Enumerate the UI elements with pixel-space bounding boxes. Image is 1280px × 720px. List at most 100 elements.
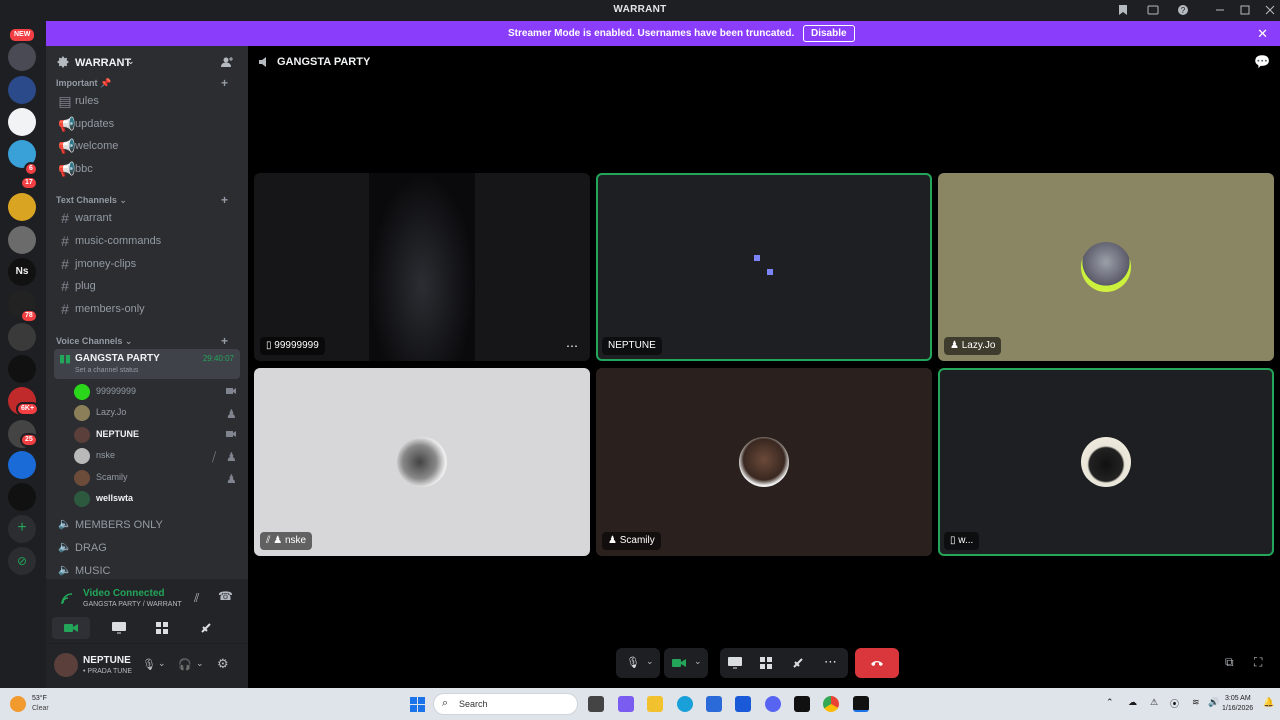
video-tile[interactable]: ♟ Lazy.Jo — [938, 173, 1274, 361]
signal-icon[interactable] — [60, 592, 74, 606]
start-icon[interactable] — [410, 697, 425, 712]
screen-share-icon[interactable] — [728, 657, 742, 669]
discord-icon[interactable] — [765, 696, 781, 712]
channel-music-commands[interactable]: # music-commands — [54, 231, 240, 251]
chevron-down-icon[interactable]: ⌄ — [694, 656, 702, 667]
mute-control[interactable]: 🎙 ⌄ — [616, 648, 660, 678]
microphone-icon[interactable]: 🎙 — [626, 656, 640, 669]
help-icon[interactable]: ? — [1177, 4, 1189, 16]
tray-icon[interactable]: ⦿ — [1170, 697, 1179, 710]
soundboard-icon[interactable] — [792, 657, 804, 669]
discover-icon[interactable]: ⊘ — [8, 547, 36, 575]
server-icon[interactable] — [8, 43, 36, 71]
more-options-icon[interactable]: ⋯ — [566, 339, 578, 353]
close-window-icon[interactable] — [1264, 4, 1276, 16]
camera-button[interactable] — [52, 617, 90, 639]
voice-user[interactable]: NEPTUNE — [74, 424, 240, 444]
activities-button[interactable] — [144, 617, 182, 639]
channel-warrant[interactable]: # warrant — [54, 208, 240, 228]
server-icon[interactable] — [8, 226, 36, 254]
channel-welcome[interactable]: 📢 welcome — [54, 136, 240, 156]
hang-up-button[interactable] — [855, 648, 899, 678]
active-app-icon[interactable] — [853, 696, 869, 712]
pop-out-icon[interactable]: ⧉ — [1225, 655, 1234, 670]
avatar[interactable] — [54, 653, 78, 677]
server-icon[interactable] — [8, 76, 36, 104]
server-icon[interactable] — [8, 451, 36, 479]
fullscreen-icon[interactable]: ⛶ — [1254, 655, 1262, 670]
close-banner-icon[interactable]: ✕ — [1257, 26, 1268, 42]
server-icon[interactable] — [8, 355, 36, 383]
server-icon[interactable] — [8, 483, 36, 511]
voice-user[interactable]: 99999999 — [74, 381, 240, 401]
minimize-icon[interactable] — [1214, 3, 1226, 15]
server-ns[interactable]: Ns — [8, 258, 36, 286]
camera-icon[interactable] — [672, 658, 686, 668]
disable-streamer-button[interactable]: Disable — [803, 25, 855, 42]
channel-jmoney-clips[interactable]: # jmoney-clips — [54, 254, 240, 274]
chevron-down-icon[interactable]: ⌄ — [158, 658, 166, 669]
copilot-icon[interactable] — [618, 696, 634, 712]
noise-suppression-icon[interactable]: ⫽ — [194, 591, 199, 606]
category-important[interactable]: Important 📌 + — [56, 76, 228, 90]
add-channel-icon[interactable]: + — [221, 334, 228, 348]
tray-icon[interactable]: ☁ — [1128, 697, 1137, 708]
server-icon[interactable] — [8, 193, 36, 221]
microphone-icon[interactable]: 🎙 — [142, 658, 156, 671]
notification-icon[interactable]: 🔔 — [1263, 697, 1274, 708]
video-tile[interactable]: ⫽ ♟ nske — [254, 368, 590, 556]
channel-rules[interactable]: ▤ rules — [54, 91, 240, 111]
store-icon[interactable] — [706, 696, 722, 712]
add-channel-icon[interactable]: + — [221, 193, 228, 207]
voice-channel-drag[interactable]: 🔈 DRAG — [54, 538, 240, 558]
voice-channel-members-only[interactable]: 🔈 MEMBERS ONLY — [54, 515, 240, 535]
settings-gear-icon[interactable]: ⚙ — [217, 656, 229, 672]
video-tile[interactable]: ♟ Scamily — [596, 368, 932, 556]
chevron-up-icon[interactable]: ⌃ — [1106, 697, 1114, 708]
channel-plug[interactable]: # plug — [54, 276, 240, 296]
add-server-icon[interactable]: + — [8, 515, 36, 543]
invite-icon[interactable] — [221, 56, 233, 68]
wifi-icon[interactable]: ≋ — [1192, 697, 1200, 708]
file-explorer-icon[interactable] — [647, 696, 663, 712]
soundboard-button[interactable] — [188, 617, 226, 639]
clock-time[interactable]: 3:05 AM — [1225, 695, 1251, 702]
headphones-icon[interactable]: 🎧 — [178, 658, 192, 671]
window-icon[interactable] — [1147, 4, 1159, 16]
add-channel-icon[interactable]: + — [221, 76, 228, 90]
tray-icon[interactable]: ⚠ — [1150, 697, 1158, 708]
video-tile[interactable]: ▯ 99999999 ⋯ — [254, 173, 590, 361]
inbox-icon[interactable] — [1117, 4, 1129, 16]
app-icon[interactable] — [794, 696, 810, 712]
channel-members-only[interactable]: # members-only — [54, 299, 240, 319]
taskbar-search[interactable]: ⌕ Search — [433, 693, 578, 715]
weather-icon[interactable] — [10, 696, 26, 712]
category-text-channels[interactable]: Text Channels ⌄ + — [56, 193, 228, 207]
voice-user[interactable]: wellswta — [74, 488, 240, 508]
mail-icon[interactable] — [735, 696, 751, 712]
voice-user[interactable]: nske ⧸ ♟ — [74, 445, 240, 465]
chrome-icon[interactable] — [823, 696, 839, 712]
maximize-icon[interactable] — [1239, 4, 1251, 16]
channel-status[interactable]: Set a channel status — [75, 367, 138, 374]
category-voice-channels[interactable]: Voice Channels ⌄ + — [56, 334, 228, 348]
chevron-down-icon[interactable]: ⌄ — [646, 656, 654, 667]
video-tile[interactable]: NEPTUNE — [596, 173, 932, 361]
more-options-icon[interactable]: ⋯ — [824, 654, 837, 670]
video-tile[interactable]: ▯ w... — [938, 368, 1274, 556]
voice-channel-music[interactable]: 🔈 MUSIC — [54, 561, 240, 581]
screen-share-button[interactable] — [100, 617, 138, 639]
channel-updates[interactable]: 📢 updates — [54, 114, 240, 134]
voice-user[interactable]: Lazy.Jo ♟ — [74, 402, 240, 422]
server-header[interactable]: WARRANT ⌄ — [46, 46, 248, 78]
server-icon[interactable] — [8, 323, 36, 351]
chat-bubble-icon[interactable]: 💬 — [1254, 54, 1270, 70]
server-icon[interactable] — [8, 108, 36, 136]
disconnect-icon[interactable]: ☎ — [218, 589, 233, 603]
chevron-down-icon[interactable]: ⌄ — [196, 658, 204, 669]
voice-user[interactable]: Scamily ♟ — [74, 467, 240, 487]
camera-control[interactable]: ⌄ — [664, 648, 708, 678]
edge-icon[interactable] — [677, 696, 693, 712]
channel-bbc[interactable]: 📢 bbc — [54, 159, 240, 179]
activities-icon[interactable] — [760, 657, 772, 669]
